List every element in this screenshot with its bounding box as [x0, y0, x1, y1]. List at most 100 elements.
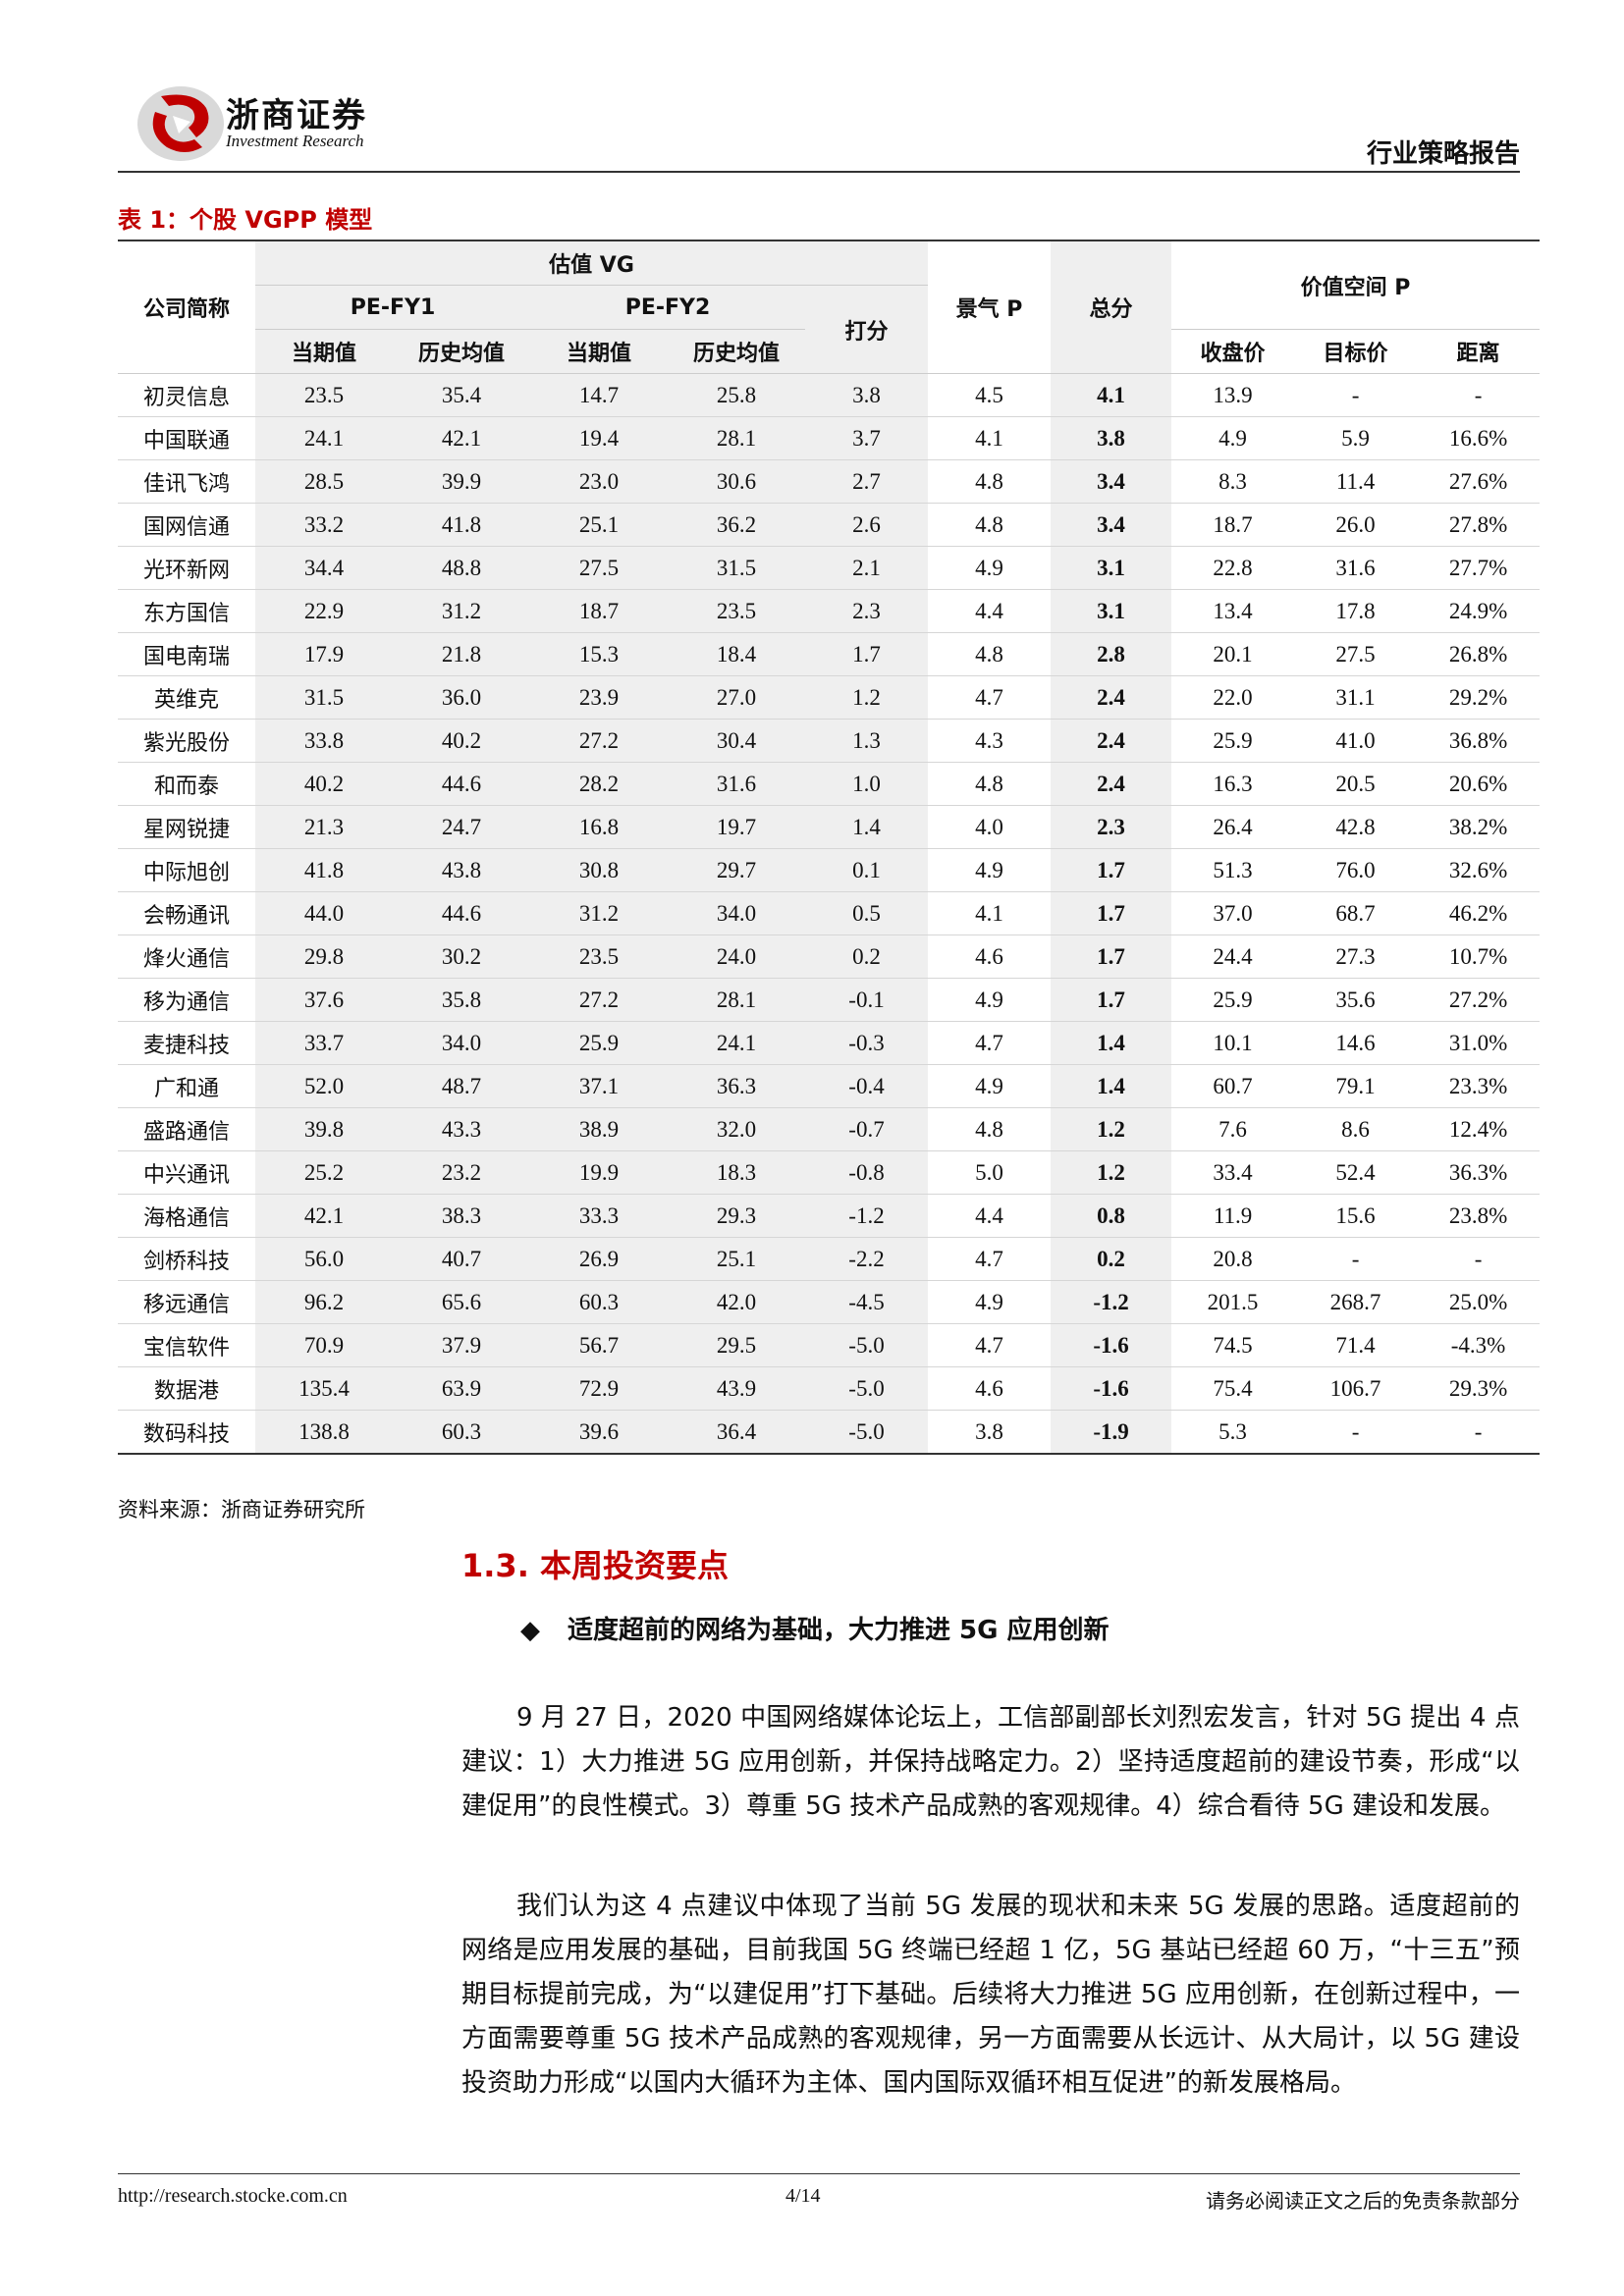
table-cell: 39.9 [393, 459, 530, 504]
table-cell: 17.8 [1294, 589, 1418, 633]
table-cell: -0.4 [805, 1064, 929, 1108]
header-distance: 距离 [1417, 329, 1541, 374]
table-cell: 42.8 [1294, 805, 1418, 849]
table-cell: 24.0 [668, 934, 805, 979]
footer-page-number: 4/14 [785, 2185, 821, 2207]
table-cell: 96.2 [255, 1280, 393, 1324]
table-cell: 28.5 [255, 459, 393, 504]
table-cell: 1.7 [1051, 848, 1172, 892]
table-cell: 29.2% [1417, 675, 1541, 720]
table-cell: 8.6 [1294, 1107, 1418, 1151]
table-cell: 65.6 [393, 1280, 530, 1324]
table-cell: 3.4 [1051, 459, 1172, 504]
company-name-cell: 和而泰 [118, 762, 255, 806]
table-cell: 19.7 [668, 805, 805, 849]
table-cell: 31.0% [1417, 1021, 1541, 1065]
table-cell: 2.6 [805, 503, 929, 547]
table-cell: 43.9 [668, 1366, 805, 1411]
page-header: 浙商证券 Investment Research 行业策略报告 [118, 82, 1520, 171]
table-cell: 4.8 [928, 762, 1052, 806]
company-name-cell: 光环新网 [118, 546, 255, 590]
table-cell: 27.8% [1417, 503, 1541, 547]
table-cell: 35.8 [393, 978, 530, 1022]
company-name-cell: 英维克 [118, 675, 255, 720]
company-name-cell: 会畅通讯 [118, 891, 255, 935]
table-cell: 23.8% [1417, 1194, 1541, 1238]
table-cell: 28.2 [530, 762, 668, 806]
table-cell: 63.9 [393, 1366, 530, 1411]
table-cell: 2.3 [805, 589, 929, 633]
company-name-cell: 移远通信 [118, 1280, 255, 1324]
table-cell: 18.3 [668, 1150, 805, 1195]
table-cell: 29.3 [668, 1194, 805, 1238]
table-cell: - [1417, 1237, 1541, 1281]
table-cell: 17.9 [255, 632, 393, 676]
table-cell: -4.5 [805, 1280, 929, 1324]
header-company: 公司简称 [118, 240, 255, 374]
company-logo-icon [137, 86, 224, 161]
table-cell: 1.7 [1051, 978, 1172, 1022]
table-cell: 37.9 [393, 1323, 530, 1367]
table-cell: 27.7% [1417, 546, 1541, 590]
table-cell: 14.7 [530, 373, 668, 417]
table-cell: 4.4 [928, 589, 1052, 633]
table-cell: 4.5 [928, 373, 1052, 417]
table-cell: 1.2 [1051, 1150, 1172, 1195]
table-cell: 4.8 [928, 1107, 1052, 1151]
table-cell: -5.0 [805, 1323, 929, 1367]
table-cell: 31.5 [255, 675, 393, 720]
table-cell: 25.1 [530, 503, 668, 547]
header-fy1-hist: 历史均值 [393, 329, 530, 374]
table-cell: 71.4 [1294, 1323, 1418, 1367]
table-cell: 19.4 [530, 416, 668, 460]
table-cell: 33.3 [530, 1194, 668, 1238]
table-cell: 39.8 [255, 1107, 393, 1151]
table-cell: 33.4 [1171, 1150, 1295, 1195]
table-cell: 41.8 [393, 503, 530, 547]
table-cell: 0.5 [805, 891, 929, 935]
table-cell: 201.5 [1171, 1280, 1295, 1324]
table-cell: 44.6 [393, 891, 530, 935]
table-cell: 4.8 [928, 503, 1052, 547]
table-row: 宝信软件 70.9 37.9 56.7 29.5 -5.0 4.7 -1.6 74.5 71.4-… [118, 1323, 1541, 1367]
table-cell: 24.1 [668, 1021, 805, 1065]
table-cell: - [1294, 1237, 1418, 1281]
table-cell: -4.3% [1417, 1323, 1541, 1367]
paragraph-1: 9 月 27 日，2020 中国网络媒体论坛上，工信部副部长刘烈宏发言，针对 5… [461, 1703, 1520, 1821]
table-cell: - [1417, 373, 1541, 417]
table-row: 盛路通信 39.8 43.3 38.9 32.0 -0.7 4.8 1.2 7.6 8.6 12.4… [118, 1107, 1541, 1151]
table-cell: 2.1 [805, 546, 929, 590]
logo-chinese-name: 浙商证券 [226, 96, 367, 135]
table-cell: 29.3% [1417, 1366, 1541, 1411]
table-cell: 23.2 [393, 1150, 530, 1195]
table-cell: 16.8 [530, 805, 668, 849]
table-row: 中国联通 24.1 42.1 19.4 28.1 3.7 4.1 3.8 4.9 5.9 16.6% [118, 416, 1541, 460]
company-name-cell: 中国联通 [118, 416, 255, 460]
table-cell: 4.3 [928, 719, 1052, 763]
table-cell: 5.0 [928, 1150, 1052, 1195]
footer-url[interactable]: http://research.stocke.com.cn [118, 2185, 348, 2208]
header-fy1-current: 当期值 [255, 329, 393, 374]
table-cell: 1.4 [1051, 1064, 1172, 1108]
table-cell: 70.9 [255, 1323, 393, 1367]
company-name-cell: 东方国信 [118, 589, 255, 633]
table-cell: 8.3 [1171, 459, 1295, 504]
table-cell: 31.6 [1294, 546, 1418, 590]
table-cell: 5.9 [1294, 416, 1418, 460]
table-cell: 4.4 [928, 1194, 1052, 1238]
table-cell: 72.9 [530, 1366, 668, 1411]
table-cell: 1.7 [1051, 934, 1172, 979]
table-cell: 23.9 [530, 675, 668, 720]
table-cell: -5.0 [805, 1366, 929, 1411]
table-cell: 23.5 [530, 934, 668, 979]
table-row: 紫光股份 33.8 40.2 27.2 30.4 1.3 4.3 2.4 25.9 41.0 36.… [118, 719, 1541, 763]
table-cell: 30.6 [668, 459, 805, 504]
table-cell: 43.8 [393, 848, 530, 892]
header-valuation: 估值 VG [255, 240, 929, 286]
header-target: 目标价 [1294, 329, 1418, 374]
table-cell: 36.3% [1417, 1150, 1541, 1195]
table-cell: 4.1 [1051, 373, 1172, 417]
table-cell: 23.5 [668, 589, 805, 633]
company-name-cell: 国网信通 [118, 503, 255, 547]
table-cell: 1.0 [805, 762, 929, 806]
